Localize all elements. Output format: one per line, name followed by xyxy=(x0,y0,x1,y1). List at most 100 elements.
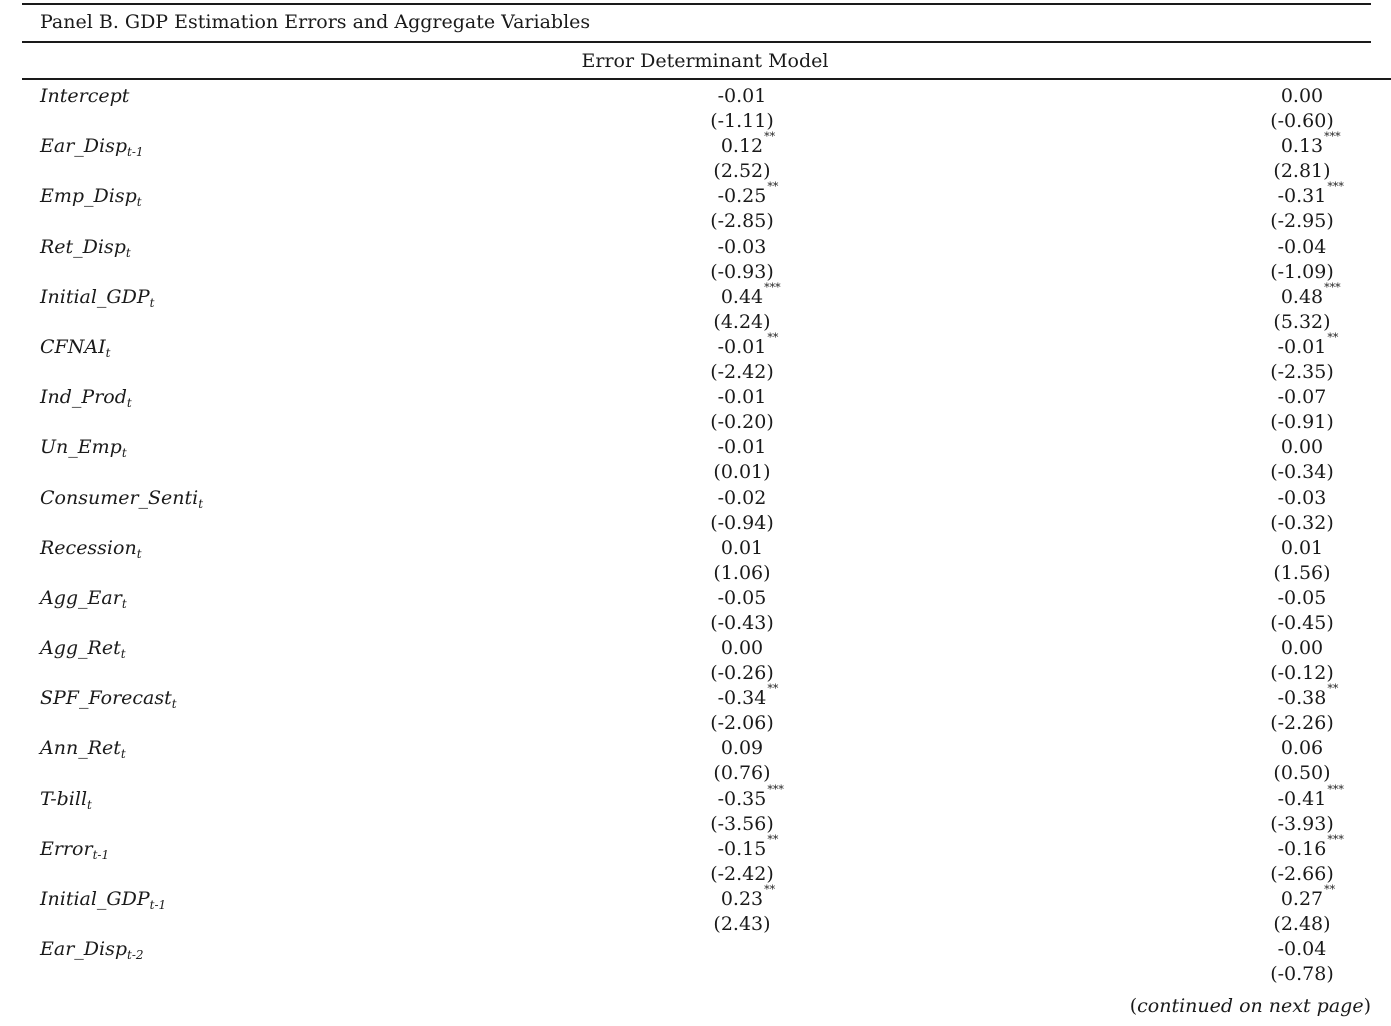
model-1-cell: 0.44 *** (4.24) xyxy=(662,282,822,335)
table-row: Agg_Rett 0.00 (-0.26) 0.00 (-0.12) xyxy=(0,636,1391,686)
model-1-cell: 0.00 (-0.26) xyxy=(662,636,822,686)
model-1-cell: -0.05 (-0.43) xyxy=(662,586,822,636)
model-2-cell: -0.07 (-0.91) xyxy=(1222,385,1382,435)
table-row: CFNAIt -0.01 ** (-2.42) -0.01 ** (-2.35) xyxy=(0,332,1391,385)
variable-label: CFNAIt xyxy=(40,335,110,359)
significance-stars: ** xyxy=(1324,883,1336,896)
significance-stars: ** xyxy=(764,130,776,144)
coefficient-value: -0.05 xyxy=(717,586,767,609)
model-2-cell: 0.00 (-0.60) xyxy=(1222,84,1382,134)
coefficient-value-wrap: 0.13 *** xyxy=(1280,131,1341,159)
variable-subscript: t xyxy=(121,596,127,611)
coefficient-value: -0.05 xyxy=(1277,586,1327,609)
table-row: Intercept -0.01 (-1.11) 0.00 (-0.60) xyxy=(0,84,1391,134)
coefficient: 0.01 xyxy=(1222,536,1382,561)
coefficient-value-wrap: -0.07 xyxy=(1278,385,1327,410)
coefficient-value: 0.00 xyxy=(1280,436,1324,459)
coefficient: -0.31 *** xyxy=(1222,181,1382,209)
variable-subscript: t xyxy=(126,396,132,411)
variable-label: Ann_Rett xyxy=(40,736,126,760)
coefficient-value-wrap: -0.01 xyxy=(718,385,767,410)
variable-subscript: t xyxy=(87,797,92,812)
coefficient: -0.01 xyxy=(662,84,822,109)
coefficient: 0.27 ** xyxy=(1222,884,1382,912)
model-1-cell: -0.15 ** (-2.42) xyxy=(662,834,822,887)
coefficient-value-wrap: -0.01 xyxy=(718,435,767,460)
t-statistic: (-2.35) xyxy=(1270,360,1334,383)
coefficient-value-wrap: -0.25 ** xyxy=(718,181,779,209)
variable-name: Agg_Ret xyxy=(40,637,121,660)
t-statistic: (-2.06) xyxy=(710,712,774,735)
variable-subscript: t xyxy=(120,647,126,662)
significance-stars: *** xyxy=(767,782,784,796)
coefficient-value: -0.04 xyxy=(1277,938,1327,961)
variable-name: Consumer_Senti xyxy=(40,486,199,509)
variable-subscript: t xyxy=(125,245,131,260)
t-statistic: (2.52) xyxy=(713,160,771,183)
variable-subscript: t-2 xyxy=(127,948,144,963)
coefficient-value: -0.01 xyxy=(1277,335,1327,358)
coefficient: 0.06 xyxy=(1222,736,1382,761)
significance-stars: *** xyxy=(1327,832,1344,846)
model-2-cell: -0.16 *** (-2.66) xyxy=(1222,832,1382,887)
coefficient: -0.34 ** xyxy=(662,683,822,711)
t-statistic: (-0.45) xyxy=(1270,611,1334,634)
coefficient-value: -0.01 xyxy=(717,85,767,107)
t-statistic: (2.81) xyxy=(1273,160,1331,183)
t-statistic: (-0.60) xyxy=(1270,110,1334,132)
coefficient-value-wrap: -0.01 ** xyxy=(1277,332,1339,360)
coefficient-value-wrap: -0.38 ** xyxy=(1278,683,1339,711)
coefficient-value-wrap: -0.05 xyxy=(1278,586,1327,611)
model-2-cell: -0.38 ** (-2.26) xyxy=(1222,683,1382,736)
t-statistic: (4.24) xyxy=(713,310,771,333)
coefficient-value: -0.16 xyxy=(1277,837,1327,860)
t-statistic: (-0.43) xyxy=(710,611,774,634)
t-statistic: (-3.56) xyxy=(710,812,774,835)
variable-name: Initial_GDP xyxy=(40,888,150,910)
variable-label: T-billt xyxy=(40,787,92,811)
t-statistic: (0.76) xyxy=(713,762,771,785)
coefficient-value-wrap: 0.48 *** xyxy=(1281,282,1341,310)
model-column-header: Error Determinant Model xyxy=(581,50,829,72)
coefficient-value: -0.03 xyxy=(717,235,767,258)
model-2-cell: 0.13 *** (2.81) xyxy=(1222,131,1382,184)
coefficient-value-wrap: 0.09 xyxy=(721,736,763,761)
t-statistic: (-0.94) xyxy=(710,511,774,534)
t-statistic: (-2.26) xyxy=(1270,712,1334,735)
coefficient-value-wrap: 0.06 xyxy=(1281,736,1323,761)
variable-label: Initial_GDPt xyxy=(40,285,154,309)
coefficient-value: -0.03 xyxy=(1277,486,1327,509)
coefficient: -0.16 *** xyxy=(1222,832,1382,862)
t-statistic: (-2.85) xyxy=(710,210,774,233)
table-row: Ann_Rett 0.09 (0.76) 0.06 (0.50) xyxy=(0,736,1391,786)
variable-name: Ret_Disp xyxy=(40,235,126,258)
model-2-cell: -0.05 (-0.45) xyxy=(1222,586,1382,636)
model-1-cell: 0.09 (0.76) xyxy=(662,736,822,786)
variable-subscript: t-1 xyxy=(127,145,144,160)
variable-name: Agg_Ear xyxy=(40,586,122,609)
coefficient-value-wrap: -0.34 ** xyxy=(718,683,779,711)
significance-stars: *** xyxy=(1327,782,1344,796)
table-row: Recessiont 0.01 (1.06) 0.01 (1.56) xyxy=(0,536,1391,586)
model-1-cell: -0.01 ** (-2.42) xyxy=(662,332,822,385)
significance-stars: ** xyxy=(764,883,776,896)
coefficient: -0.35 *** xyxy=(662,782,822,812)
model-2-cell: 0.00 (-0.12) xyxy=(1222,636,1382,686)
coefficient-value: -0.41 xyxy=(1277,787,1327,810)
coefficient: 0.13 *** xyxy=(1222,131,1382,159)
coefficient-value-wrap: 0.00 xyxy=(1281,435,1323,460)
coefficient-value: 0.00 xyxy=(720,637,764,660)
coefficient: -0.03 xyxy=(662,235,822,260)
coefficient-value: 0.13 xyxy=(1280,135,1324,158)
panel-title: Panel B. GDP Estimation Errors and Aggre… xyxy=(40,11,591,33)
coefficient: -0.01 xyxy=(662,435,822,460)
coefficient: -0.05 xyxy=(1222,586,1382,611)
t-statistic: (-0.12) xyxy=(1270,662,1334,685)
coefficient-value: 0.44 xyxy=(720,285,764,308)
coefficient: -0.01 ** xyxy=(662,332,822,360)
coefficient-value-wrap: -0.02 xyxy=(718,486,767,511)
table-row: Ret_Dispt -0.03 (-0.93) -0.04 (-1.09) xyxy=(0,235,1391,285)
coefficient-value-wrap: 0.01 xyxy=(721,536,763,561)
coefficient-value-wrap: -0.04 xyxy=(1278,235,1327,260)
coefficient-value-wrap: 0.27 ** xyxy=(1281,884,1335,912)
